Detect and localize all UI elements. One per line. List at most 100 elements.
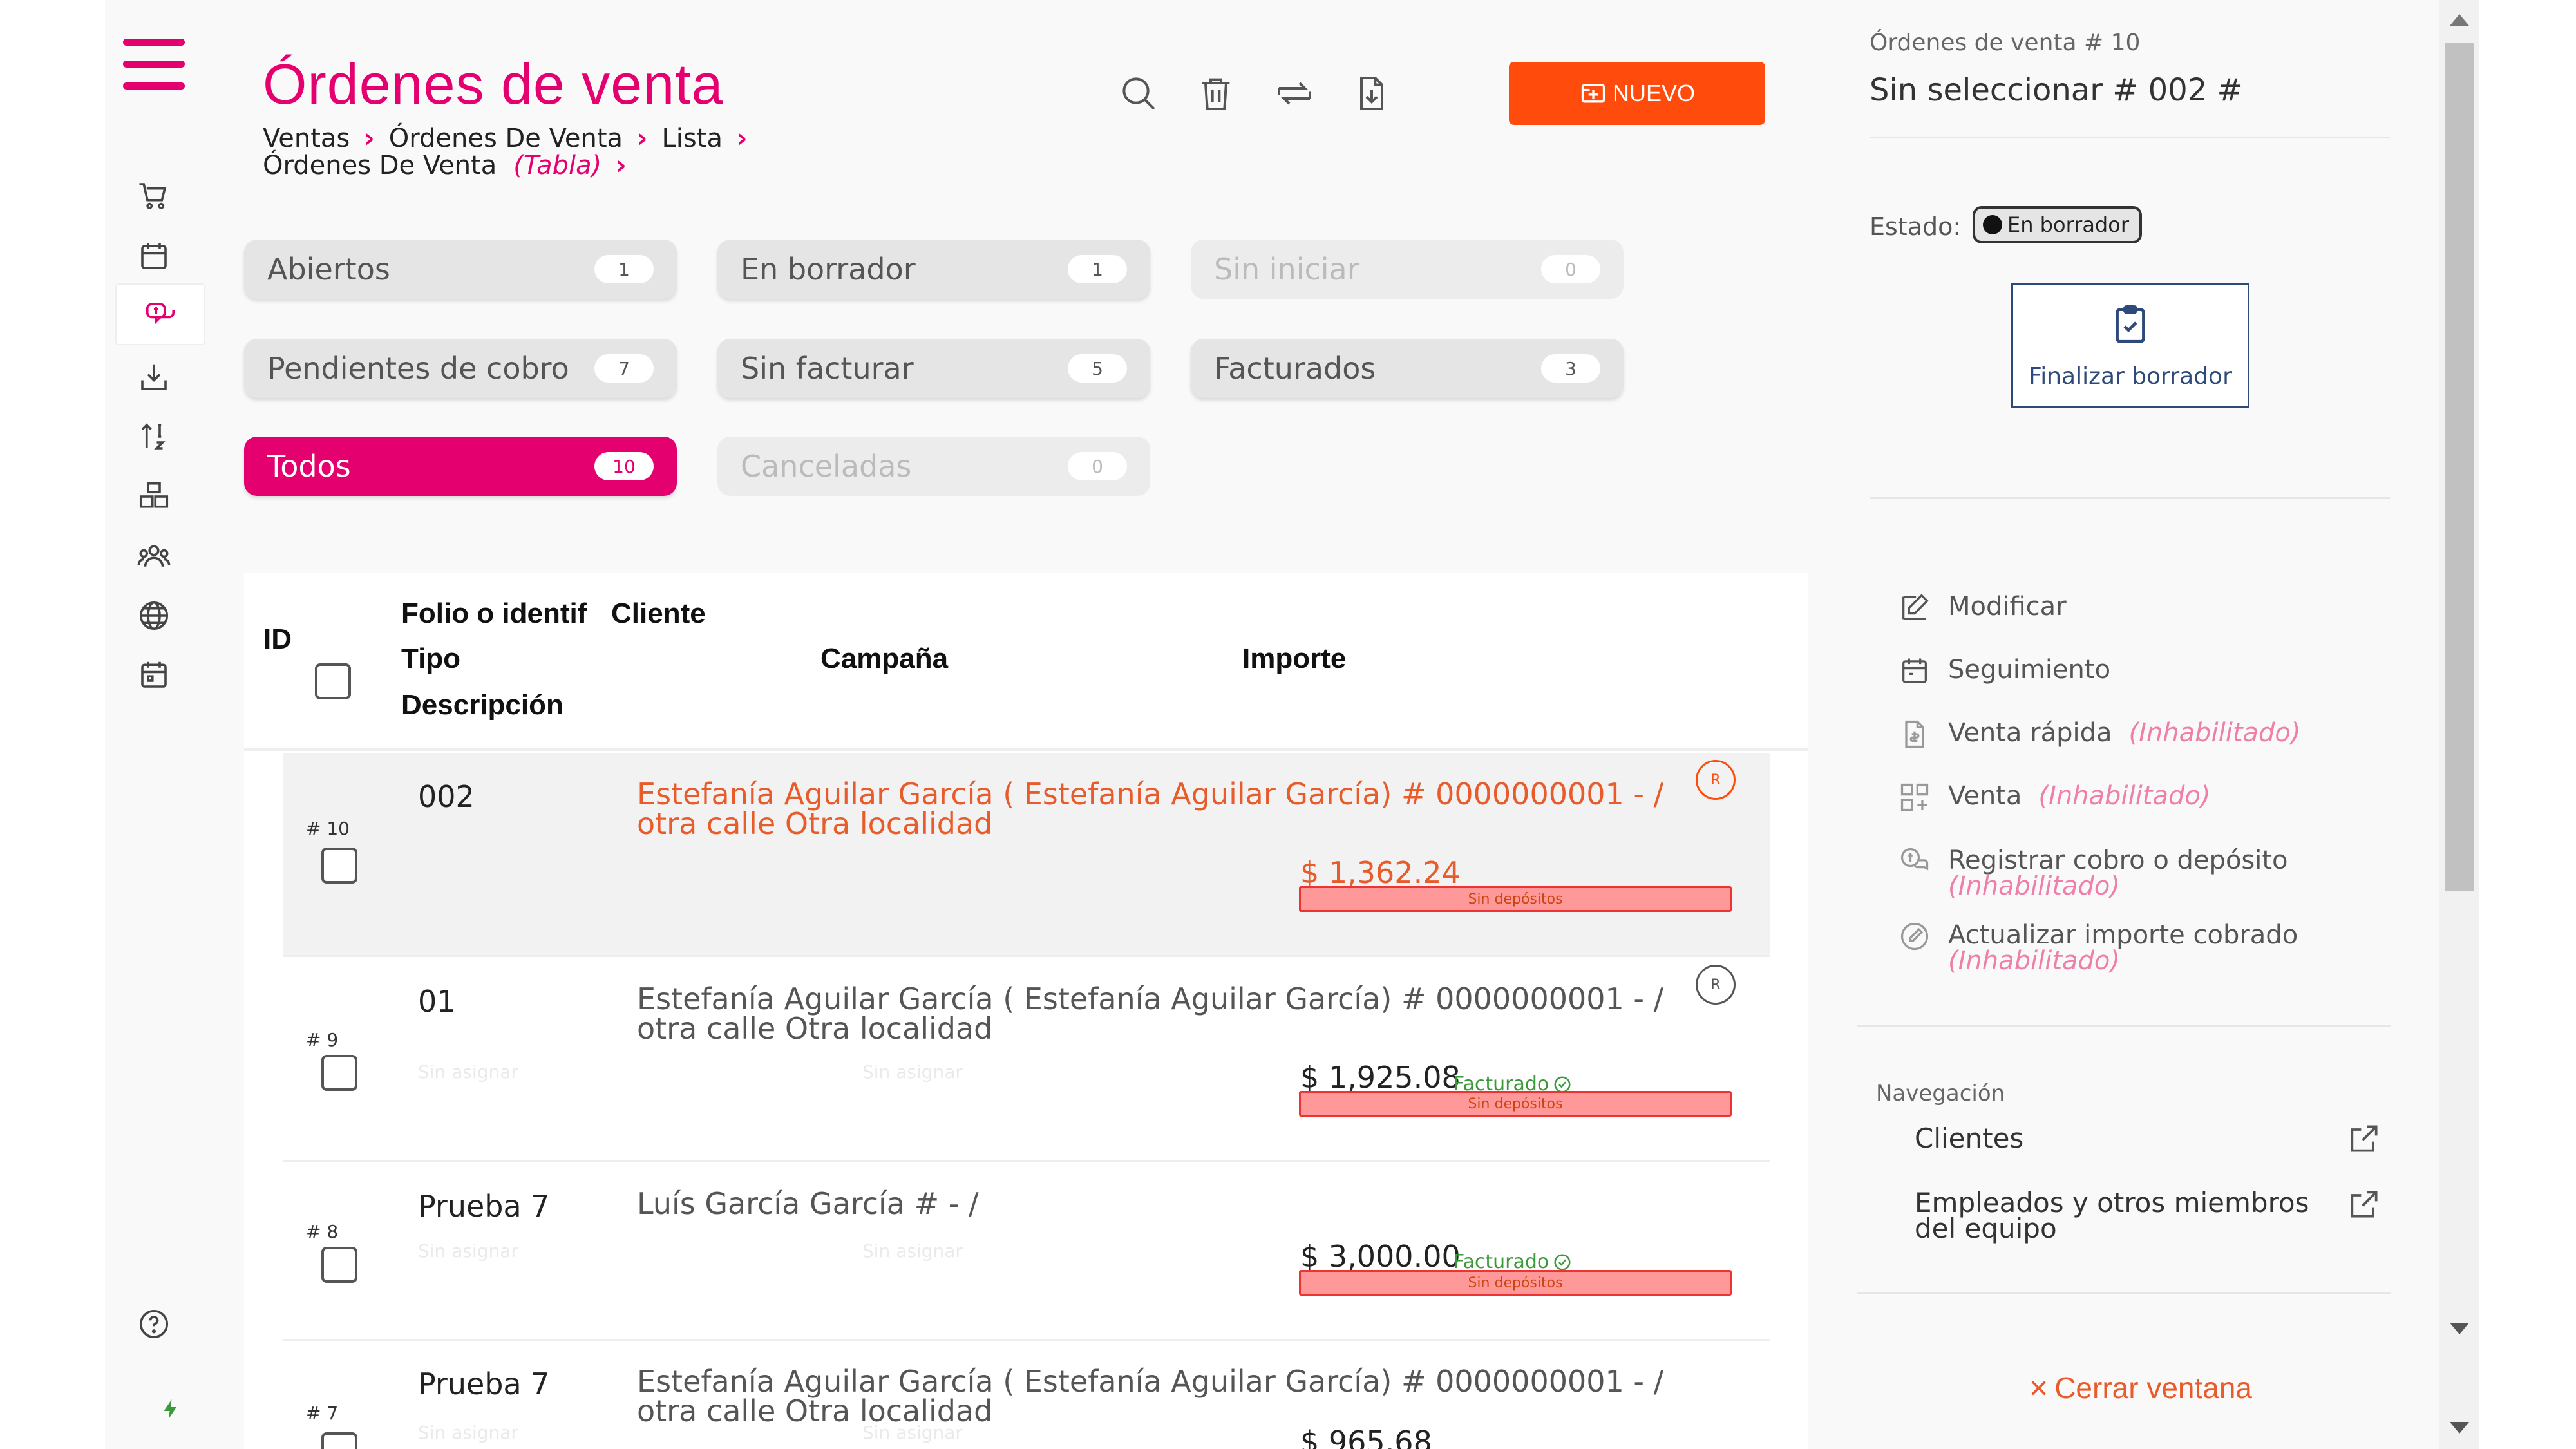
row-checkbox[interactable] — [321, 848, 357, 884]
row-unassigned: Sin asignar — [418, 1061, 518, 1083]
filter-label: Facturados — [1214, 351, 1376, 386]
filter-facturados[interactable]: Facturados 3 — [1191, 339, 1624, 398]
breadcrumb-item[interactable]: Órdenes De Venta — [389, 124, 623, 153]
filter-count: 1 — [1068, 255, 1127, 283]
action-disabled-tag: (Inhabilitado) — [1948, 946, 2121, 976]
calendar-icon[interactable] — [131, 233, 177, 279]
filter-label: Sin iniciar — [1214, 252, 1359, 287]
external-link-icon[interactable] — [2346, 1186, 2382, 1222]
close-window-button[interactable]: × Cerrar ventana — [2029, 1369, 2252, 1406]
close-window-label: Cerrar ventana — [2054, 1371, 2253, 1405]
row-checkbox[interactable] — [321, 1055, 357, 1091]
estado-badge[interactable]: En borrador — [1973, 206, 2142, 243]
scroll-thumb[interactable] — [2445, 43, 2474, 891]
filter-todos[interactable]: Todos 10 — [244, 437, 677, 496]
nav-link-clientes[interactable]: Clientes — [1915, 1125, 2365, 1152]
action-actualizar-importe[interactable]: Actualizar importe cobrado (Inhabilitado) — [1898, 922, 2387, 974]
new-file-icon — [1581, 84, 1605, 103]
filter-sin-iniciar[interactable]: Sin iniciar 0 — [1191, 240, 1624, 299]
new-order-button-label: NUEVO — [1612, 80, 1696, 106]
table-row[interactable]: # 9 01 Estefanía Aguilar García ( Estefa… — [283, 958, 1770, 1162]
breadcrumb: Ventas › Órdenes De Venta › Lista › Órdenes De… — [263, 125, 842, 179]
filter-label: Sin facturar — [741, 351, 914, 386]
edit-icon — [1902, 594, 1929, 620]
row-id: # 9 — [306, 1029, 339, 1050]
header-campana[interactable]: Campaña — [820, 643, 948, 675]
filter-sin-facturar[interactable]: Sin facturar 5 — [717, 339, 1150, 398]
finalize-draft-button[interactable]: Finalizar borrador — [2011, 283, 2249, 408]
new-order-button[interactable]: NUEVO — [1509, 62, 1765, 125]
scroll-up-arrow[interactable] — [2450, 14, 2469, 26]
users-icon[interactable] — [131, 533, 177, 580]
breadcrumb-separator: › — [616, 151, 627, 180]
action-seguimiento[interactable]: Seguimiento — [1898, 657, 2387, 688]
row-client[interactable]: Estefanía Aguilar García ( Estefanía Agu… — [637, 1367, 1700, 1426]
row-checkbox[interactable] — [321, 1247, 357, 1283]
navigation-label: Navegación — [1876, 1081, 2005, 1106]
row-id: # 7 — [306, 1403, 339, 1424]
table-row[interactable]: # 10 002 Estefanía Aguilar García ( Este… — [283, 753, 1770, 957]
row-badge[interactable]: R — [1696, 965, 1736, 1005]
divider — [1870, 137, 2390, 138]
filter-count: 7 — [594, 354, 654, 383]
export-icon[interactable] — [1349, 71, 1394, 116]
action-modificar[interactable]: Modificar — [1898, 594, 2387, 625]
filter-abiertos[interactable]: Abiertos 1 — [244, 240, 677, 299]
filter-canceladas[interactable]: Canceladas 0 — [717, 437, 1150, 496]
trash-icon[interactable] — [1193, 71, 1238, 116]
filter-label: En borrador — [741, 252, 916, 287]
action-two-line: Actualizar importe cobrado (Inhabilitado) — [1948, 922, 2298, 974]
panel-scrollbar[interactable] — [2439, 0, 2479, 1449]
scroll-down-arrow-outer[interactable] — [2450, 1422, 2469, 1434]
estado-label: Estado: — [1870, 213, 1962, 241]
filter-pendientes-de-cobro[interactable]: Pendientes de cobro 7 — [244, 339, 677, 398]
select-all-checkbox[interactable] — [315, 663, 351, 699]
header-importe[interactable]: Importe — [1242, 643, 1346, 675]
row-checkbox[interactable] — [321, 1432, 357, 1449]
schedule-icon[interactable] — [131, 652, 177, 698]
action-disabled-tag: (Inhabilitado) — [2038, 781, 2211, 811]
breadcrumb-separator: › — [736, 124, 748, 153]
search-icon[interactable] — [1116, 71, 1161, 116]
row-client[interactable]: Estefanía Aguilar García ( Estefanía Agu… — [637, 984, 1700, 1043]
row-client[interactable]: Estefanía Aguilar García ( Estefanía Agu… — [637, 779, 1700, 838]
breadcrumb-item[interactable]: Lista — [662, 124, 723, 153]
table-row[interactable]: # 7 Prueba 7 Estefanía Aguilar García ( … — [283, 1341, 1770, 1449]
action-label: Seguimiento — [1948, 655, 2111, 685]
row-badge[interactable]: R — [1696, 760, 1736, 800]
action-venta-rapida[interactable]: Venta rápida (Inhabilitado) — [1898, 720, 2387, 751]
row-folio: Prueba 7 — [418, 1189, 550, 1224]
action-label: Actualizar importe cobrado — [1948, 920, 2298, 950]
breadcrumb-item[interactable]: Ventas — [263, 124, 350, 153]
help-icon[interactable] — [131, 1301, 177, 1347]
filter-en-borrador[interactable]: En borrador 1 — [717, 240, 1150, 299]
close-icon: × — [2029, 1370, 2049, 1406]
cart-icon[interactable] — [131, 173, 177, 219]
globe-icon[interactable] — [131, 592, 177, 639]
estado-value: En borrador — [2007, 213, 2129, 237]
sync-icon[interactable] — [1272, 71, 1317, 116]
nav-link-empleados[interactable]: Empleados y otros miembros del equipo — [1915, 1189, 2327, 1242]
header-folio[interactable]: Folio o identificador — [401, 598, 588, 627]
menu-icon[interactable] — [123, 39, 185, 90]
filter-label: Canceladas — [741, 449, 912, 484]
sort-icon[interactable] — [131, 413, 177, 460]
action-label: Registrar cobro o depósito — [1948, 846, 2288, 875]
header-descripcion[interactable]: Descripción — [401, 689, 564, 721]
header-tipo[interactable]: Tipo — [401, 643, 460, 675]
action-registrar-cobro[interactable]: Registrar cobro o depósito (Inhabilitado) — [1898, 848, 2387, 899]
external-link-icon[interactable] — [2346, 1121, 2382, 1157]
action-venta[interactable]: Venta (Inhabilitado) — [1898, 783, 2387, 814]
row-amount: $ 1,362.24 — [1300, 855, 1461, 890]
header-cliente[interactable]: Cliente — [611, 598, 706, 630]
sales-orders-icon[interactable] — [115, 283, 205, 345]
boxes-icon[interactable] — [131, 473, 177, 520]
row-client[interactable]: Luís García García # - / — [637, 1189, 1700, 1218]
header-id[interactable]: ID — [263, 623, 292, 656]
deposit-status-bar: Sin depósitos — [1299, 1270, 1732, 1296]
table-row[interactable]: # 8 Prueba 7 Luís García García # - / Si… — [283, 1163, 1770, 1341]
scroll-down-arrow[interactable] — [2450, 1323, 2469, 1334]
row-id: # 8 — [306, 1221, 339, 1242]
download-inbox-icon[interactable] — [131, 354, 177, 401]
row-folio: Prueba 7 — [418, 1367, 550, 1401]
